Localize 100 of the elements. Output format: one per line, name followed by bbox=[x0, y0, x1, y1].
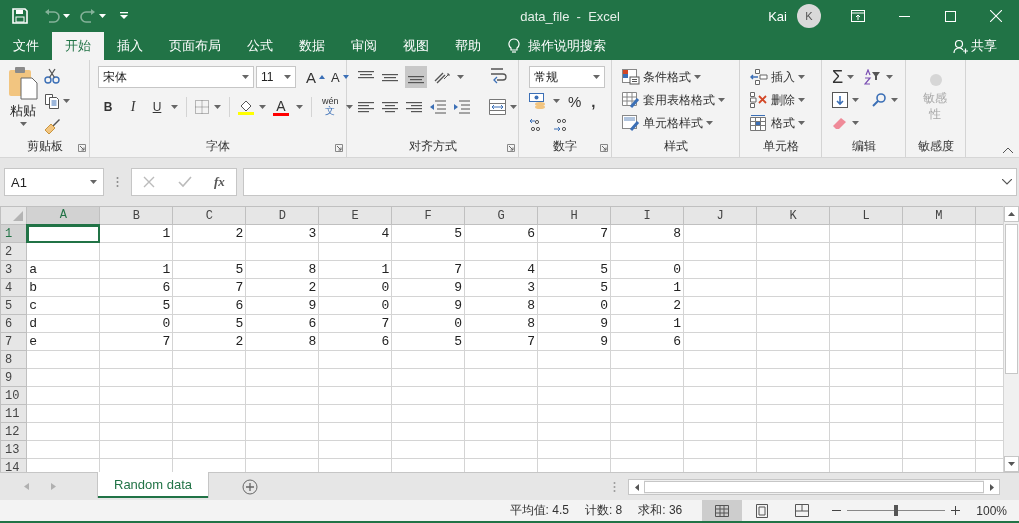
scroll-left-button[interactable] bbox=[629, 480, 644, 494]
dropdown-arrow[interactable] bbox=[706, 121, 713, 125]
column-header[interactable]: L bbox=[829, 206, 903, 225]
dropdown-arrow[interactable] bbox=[90, 180, 97, 184]
decrease-indent-icon[interactable] bbox=[429, 100, 447, 114]
menu-tab[interactable]: 视图 bbox=[390, 32, 442, 60]
dropdown-arrow[interactable] bbox=[63, 99, 70, 103]
lightbulb-icon[interactable] bbox=[508, 38, 520, 54]
column-header[interactable]: C bbox=[172, 206, 246, 225]
customize-icon[interactable] bbox=[120, 12, 128, 20]
autosum-button[interactable]: Σ bbox=[832, 66, 844, 88]
expand-icon[interactable] bbox=[1002, 179, 1012, 185]
dropdown-arrow[interactable] bbox=[19, 122, 27, 126]
cell-style-icon[interactable] bbox=[622, 115, 640, 131]
style-menu-button[interactable]: 条件格式 bbox=[643, 66, 691, 88]
column-header[interactable]: F bbox=[391, 206, 465, 225]
shrink-font-button[interactable]: A bbox=[329, 66, 351, 88]
dropdown-arrow[interactable] bbox=[886, 75, 894, 79]
menu-tab[interactable]: 审阅 bbox=[338, 32, 390, 60]
sheet-tab[interactable]: Random data bbox=[98, 472, 209, 498]
font-color-button[interactable]: A bbox=[271, 96, 291, 118]
dropdown-arrow[interactable] bbox=[852, 98, 859, 102]
number-format-dropdown[interactable]: 常规 bbox=[529, 66, 605, 88]
dropdown-arrow[interactable] bbox=[847, 75, 855, 79]
scroll-up-button[interactable] bbox=[1004, 206, 1019, 222]
column-header[interactable]: I bbox=[610, 206, 684, 225]
column-header[interactable]: E bbox=[318, 206, 392, 225]
scrollbar-thumb[interactable] bbox=[1005, 224, 1018, 374]
scroll-down-button[interactable] bbox=[1004, 456, 1019, 472]
menu-tab[interactable]: 文件 bbox=[0, 32, 52, 60]
font-size-dropdown[interactable]: 11 bbox=[256, 66, 296, 88]
dropdown-arrow[interactable] bbox=[798, 75, 805, 79]
style-menu-button[interactable]: 套用表格格式 bbox=[643, 89, 715, 111]
conditional-format-icon[interactable] bbox=[622, 69, 640, 85]
name-box[interactable]: A1 bbox=[4, 168, 104, 196]
dropdown-arrow[interactable] bbox=[296, 105, 303, 109]
dropdown-arrow[interactable] bbox=[284, 75, 291, 79]
scroll-right-button[interactable] bbox=[984, 480, 999, 494]
dialog-launcher-icon[interactable] bbox=[600, 144, 608, 152]
format-cells-icon[interactable] bbox=[750, 115, 768, 131]
paste-button[interactable]: 粘贴 bbox=[10, 102, 36, 120]
menu-tab[interactable]: 数据 bbox=[286, 32, 338, 60]
fill-color-icon[interactable] bbox=[238, 99, 254, 115]
comma-button[interactable]: , bbox=[589, 90, 598, 112]
column-header[interactable]: K bbox=[756, 206, 830, 225]
minimize-icon[interactable] bbox=[898, 15, 910, 17]
percent-button[interactable]: % bbox=[566, 90, 584, 112]
insert-function-button[interactable]: fx bbox=[213, 174, 225, 190]
sort-filter-icon[interactable] bbox=[864, 69, 883, 85]
dropdown-arrow[interactable] bbox=[242, 75, 249, 79]
column-header[interactable]: B bbox=[99, 206, 173, 225]
paste-icon[interactable] bbox=[8, 66, 38, 100]
ribbon-display-icon[interactable] bbox=[851, 10, 865, 22]
menu-tab[interactable]: 帮助 bbox=[442, 32, 494, 60]
dropdown-arrow[interactable] bbox=[852, 121, 859, 125]
column-header[interactable]: A bbox=[26, 206, 100, 225]
close-icon[interactable] bbox=[990, 10, 1002, 22]
menu-tab[interactable]: 公式 bbox=[234, 32, 286, 60]
dialog-launcher-icon[interactable] bbox=[335, 144, 343, 152]
format-painter-icon[interactable] bbox=[44, 118, 60, 134]
share-button[interactable]: 共享 bbox=[953, 32, 997, 60]
dropdown-arrow[interactable] bbox=[593, 75, 600, 79]
dropdown-arrow[interactable] bbox=[891, 98, 898, 102]
dropdown-arrow[interactable] bbox=[798, 121, 805, 125]
phonetic-button[interactable]: wén 文 bbox=[320, 96, 341, 118]
dropdown-arrow[interactable] bbox=[798, 98, 805, 102]
dropdown-arrow[interactable] bbox=[694, 75, 701, 79]
column-header[interactable]: J bbox=[683, 206, 757, 225]
column-header[interactable]: D bbox=[245, 206, 319, 225]
scrollbar-thumb[interactable] bbox=[644, 481, 984, 493]
left-align-icon[interactable] bbox=[357, 100, 375, 114]
cells-menu-button[interactable]: 插入 bbox=[771, 66, 795, 88]
maximize-icon[interactable] bbox=[944, 10, 956, 22]
zoom-in-icon[interactable] bbox=[951, 506, 961, 515]
menu-tab[interactable]: 页面布局 bbox=[156, 32, 234, 60]
fill-down-icon[interactable] bbox=[832, 92, 848, 108]
tell-me-search[interactable]: 操作说明搜索 bbox=[528, 37, 606, 55]
zoom-level[interactable]: 100% bbox=[976, 503, 1007, 518]
dropdown-arrow[interactable] bbox=[510, 105, 517, 109]
font-name-dropdown[interactable]: 宋体 bbox=[98, 66, 254, 88]
dropdown-arrow[interactable] bbox=[718, 98, 725, 102]
bold-button[interactable]: B bbox=[98, 96, 118, 118]
currency-icon[interactable] bbox=[529, 93, 547, 109]
dropdown-arrow[interactable] bbox=[345, 105, 353, 109]
style-menu-button[interactable]: 单元格样式 bbox=[643, 112, 703, 134]
cut-icon[interactable] bbox=[44, 68, 60, 84]
wrap-text-icon[interactable] bbox=[489, 66, 507, 84]
user-avatar[interactable]: K bbox=[797, 4, 821, 28]
dropdown-arrow[interactable] bbox=[214, 105, 221, 109]
underline-button[interactable]: U bbox=[148, 96, 166, 118]
table-format-icon[interactable] bbox=[622, 92, 640, 108]
dropdown-arrow[interactable] bbox=[259, 105, 266, 109]
cells-menu-button[interactable]: 格式 bbox=[771, 112, 795, 134]
column-header[interactable]: M bbox=[902, 206, 976, 225]
delete-cells-icon[interactable] bbox=[750, 92, 768, 108]
menu-tab[interactable]: 插入 bbox=[104, 32, 156, 60]
save-icon[interactable] bbox=[12, 8, 28, 24]
dropdown-arrow[interactable] bbox=[63, 14, 70, 18]
dialog-launcher-icon[interactable] bbox=[78, 144, 86, 152]
right-align-icon[interactable] bbox=[405, 100, 423, 114]
